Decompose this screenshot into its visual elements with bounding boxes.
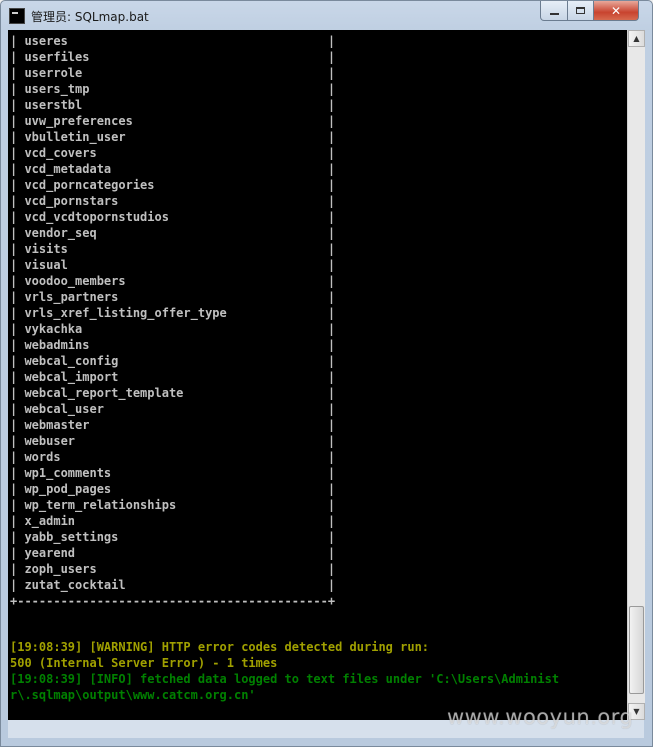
table-row: | webcal_user | (10, 402, 336, 416)
table-row: | useres | (10, 34, 336, 48)
table-row: | vcd_vcdtopornstudios | (10, 210, 336, 224)
table-row: | vbulletin_user | (10, 130, 336, 144)
table-row: | words | (10, 450, 336, 464)
table-row: | vcd_pornstars | (10, 194, 336, 208)
table-row: | vcd_porncategories | (10, 178, 336, 192)
table-row: | voodoo_members | (10, 274, 336, 288)
watermark: www.wooyun.org (447, 705, 634, 729)
table-row: +---------------------------------------… (10, 594, 336, 608)
warning-line: [19:08:39] [WARNING] HTTP error codes de… (10, 640, 430, 655)
table-row: | zoph_users | (10, 562, 336, 576)
table-row: | wp_term_relationships | (10, 498, 336, 512)
close-button[interactable]: ✕ (593, 1, 639, 21)
table-row: | wp_pod_pages | (10, 482, 336, 496)
info-line: [19:08:39] [INFO] fetched data logged to… (10, 672, 560, 687)
table-row: | webmaster | (10, 418, 336, 432)
table-row: | vendor_seq | (10, 226, 336, 240)
vertical-scrollbar[interactable]: ▲ ▼ (627, 30, 645, 720)
table-row: | users_tmp | (10, 82, 336, 96)
scroll-up-button[interactable]: ▲ (628, 30, 645, 47)
table-row: | vykachka | (10, 322, 336, 336)
maximize-button[interactable] (567, 1, 594, 21)
minimize-icon (549, 12, 559, 15)
table-row: | wp1_comments | (10, 466, 336, 480)
scroll-up-arrow-icon: ▲ (633, 34, 640, 43)
table-row: | webcal_report_template | (10, 386, 336, 400)
table-row: | yabb_settings | (10, 530, 336, 544)
console-app-icon[interactable] (9, 8, 25, 24)
scrollbar-thumb[interactable] (629, 606, 644, 694)
table-row: | webuser | (10, 434, 336, 448)
table-row: | vrls_partners | (10, 290, 336, 304)
table-row: | zutat_cocktail | (10, 578, 336, 592)
table-row: | yearend | (10, 546, 336, 560)
close-icon: ✕ (610, 3, 622, 18)
maximize-icon (576, 7, 585, 14)
table-row: | webadmins | (10, 338, 336, 352)
table-row: | vcd_metadata | (10, 162, 336, 176)
table-row: | uvw_preferences | (10, 114, 336, 128)
minimize-button[interactable] (540, 1, 568, 21)
console-output[interactable]: | useres | | userfiles | | userrole | | use… (8, 30, 627, 720)
table-row: | visits | (10, 242, 336, 256)
table-row: | vrls_xref_listing_offer_type | (10, 306, 336, 320)
info-line-continuation: r\.sqlmap\output\www.catcm.org.cn' (10, 688, 256, 703)
table-row: | webcal_import | (10, 370, 336, 384)
table-row: | vcd_covers | (10, 146, 336, 160)
table-row: | userstbl | (10, 98, 336, 112)
table-row: | x_admin | (10, 514, 336, 528)
title-bar[interactable]: 管理员: SQLmap.bat ✕ (1, 1, 652, 31)
window-title: 管理员: SQLmap.bat (31, 10, 149, 24)
table-row: | userfiles | (10, 50, 336, 64)
warning-detail-line: 500 (Internal Server Error) - 1 times (10, 656, 278, 671)
scroll-down-arrow-icon: ▼ (633, 707, 640, 716)
table-row: | visual | (10, 258, 336, 272)
table-row: | userrole | (10, 66, 336, 80)
table-row: | webcal_config | (10, 354, 336, 368)
